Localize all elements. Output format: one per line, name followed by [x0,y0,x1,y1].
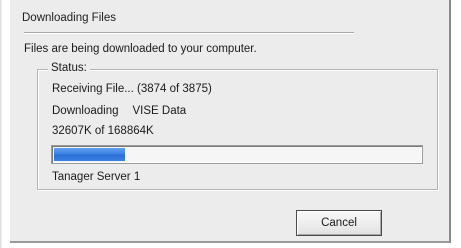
progress-fill [54,148,125,161]
receiving-file-text: Receiving File... (3874 of 3875) [52,83,212,95]
status-legend: Status: [48,62,90,74]
screen: Downloading Files Files are being downlo… [0,0,461,248]
title-divider [24,32,354,34]
downloading-row: Downloading VISE Data [52,105,186,117]
background-edge [0,0,2,248]
status-groupbox: Status: Receiving File... (3874 of 3875)… [37,62,438,190]
dialog-title: Downloading Files [22,12,116,24]
download-progress-bar [51,145,423,164]
server-name: Tanager Server 1 [52,171,141,183]
downloading-item: VISE Data [132,105,187,117]
size-progress-text: 32607K of 168864K [52,125,154,137]
cancel-button[interactable]: Cancel [296,210,382,236]
downloading-label: Downloading [52,105,119,117]
dialog-message: Files are being downloaded to your compu… [24,43,257,55]
download-dialog: Downloading Files Files are being downlo… [10,0,451,243]
